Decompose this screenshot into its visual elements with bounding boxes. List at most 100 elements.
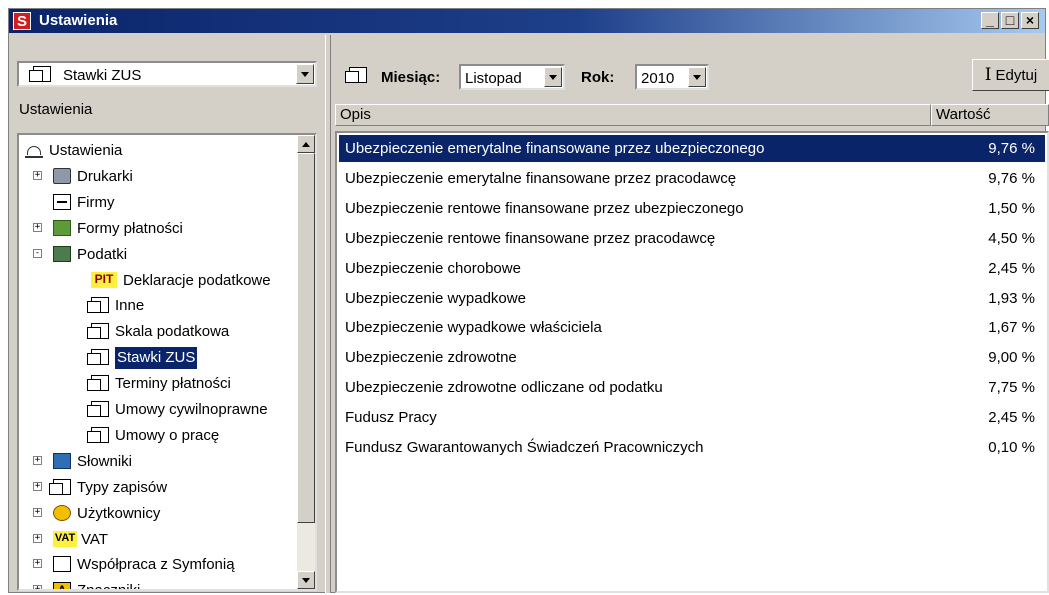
tree-item-label: Umowy cywilnoprawne [115,401,268,418]
row-value: 1,50 % [988,199,1035,217]
table-row[interactable]: Ubezpieczenie rentowe finansowane przez … [339,225,1045,252]
document-icon [87,349,109,366]
tree-scrollbar[interactable] [297,135,315,589]
table-row[interactable]: Fundusz Gwarantowanych Świadczeń Pracown… [339,434,1045,461]
table-row[interactable]: Ubezpieczenie zdrowotne odliczane od pod… [339,374,1045,401]
year-label: Rok: [581,69,615,86]
table-row[interactable]: Ubezpieczenie emerytalne finansowane prz… [339,135,1045,162]
window-title: Ustawienia [39,12,118,29]
tree-item-label: Użytkownicy [77,504,161,522]
edit-button[interactable]: I Edytuj [972,59,1049,91]
calculator-icon [53,245,71,262]
title-bar[interactable]: S Ustawienia _ □ × [9,9,1045,33]
settings-icon [25,142,43,158]
tree-item-label: Deklaracje podatkowe [123,271,271,289]
expand-icon[interactable]: + [33,481,42,491]
money-icon [53,219,71,236]
row-description: Ubezpieczenie emerytalne finansowane prz… [345,169,737,187]
scroll-up-button[interactable] [297,135,315,153]
dictionary-icon [53,452,71,469]
tree-item-label: Formy płatności [77,219,183,237]
close-button[interactable]: × [1021,12,1039,29]
expand-icon[interactable]: + [33,559,42,569]
tree-item-label: Podatki [77,245,128,263]
row-description: Ubezpieczenie wypadkowe właściciela [345,319,602,337]
printer-icon [53,167,71,184]
table-row[interactable]: Ubezpieczenie wypadkowe właściciela 1,67 … [339,314,1045,341]
month-value: Listopad [465,70,522,87]
row-value: 9,00 % [988,349,1035,367]
row-value: 7,75 % [988,379,1035,397]
column-header-opis[interactable]: Opis [335,104,931,126]
collapse-icon[interactable]: - [33,248,42,258]
row-description: Ubezpieczenie rentowe finansowane przez … [345,229,716,247]
expand-icon[interactable]: + [33,170,42,180]
document-icon [49,478,71,495]
tree-item-label: Skala podatkowa [115,323,230,341]
vat-icon: VAT [53,530,77,547]
scroll-thumb[interactable] [297,153,315,523]
year-select[interactable]: 2010 [635,64,709,90]
document-icon [345,67,367,83]
row-description: Ubezpieczenie chorobowe [345,259,521,277]
table-row[interactable]: Ubezpieczenie zdrowotne 9,00 % [339,344,1045,371]
row-description: Ubezpieczenie wypadkowe [345,289,526,307]
tree-item-label: Słowniki [77,452,133,470]
app-icon[interactable]: S [13,12,31,30]
minimize-button[interactable]: _ [981,12,999,29]
document-icon [87,426,109,443]
card-icon [53,193,71,210]
settings-category-combo[interactable]: Stawki ZUS [17,61,317,87]
tree-item-label: VAT [81,530,108,548]
tree-item-label: Firmy [77,193,115,211]
table-row[interactable]: Ubezpieczenie rentowe finansowane przez … [339,195,1045,222]
expand-icon[interactable]: + [33,507,42,517]
row-value: 2,45 % [988,259,1035,277]
row-value: 9,76 % [988,140,1035,157]
tree-item-label: Inne [115,297,145,315]
sync-icon [53,556,71,573]
chevron-down-icon[interactable] [544,67,562,87]
pit-icon: PIT [91,271,117,288]
row-value: 1,67 % [988,319,1035,337]
tree-item-label: Typy zapisów [77,478,168,496]
chevron-down-icon[interactable] [296,64,314,84]
row-description: Ubezpieczenie emerytalne finansowane prz… [345,140,765,157]
chevron-down-icon[interactable] [688,67,706,87]
year-value: 2010 [641,70,675,87]
column-header-wartosc[interactable]: Wartość [931,104,1049,126]
settings-tree[interactable]: + A Znaczniki + Współpraca z Symfonią + VAT VAT… [17,133,317,591]
rates-table[interactable]: Ubezpieczenie emerytalne finansowane prz… [335,131,1049,593]
table-row[interactable]: Ubezpieczenie emerytalne finansowane prz… [339,165,1045,192]
document-icon [87,323,109,340]
tree-item-label: Współpraca z Symfonią [77,556,235,574]
maximize-button[interactable]: □ [1001,12,1019,29]
text-cursor-icon: I [984,65,992,85]
expand-icon[interactable]: + [33,585,42,589]
table-row[interactable]: Ubezpieczenie wypadkowe 1,93 % [339,285,1045,312]
expand-icon[interactable]: + [33,533,42,543]
pane-splitter[interactable] [325,35,331,593]
document-icon [29,66,51,82]
row-value: 4,50 % [988,229,1035,247]
tree-item-label: Terminy płatności [115,375,231,393]
document-icon [87,375,109,392]
tag-icon: A [53,582,71,589]
edit-button-label: Edytuj [995,67,1038,84]
expand-icon[interactable]: + [33,455,42,465]
table-row[interactable]: Ubezpieczenie chorobowe 2,45 % [339,255,1045,282]
row-description: Fundusz Gwarantowanych Świadczeń Pracown… [345,439,704,456]
row-description: Ubezpieczenie zdrowotne [345,349,517,367]
scroll-down-button[interactable] [297,571,315,589]
tree-item-label: Stawki ZUS [113,346,199,371]
table-row[interactable]: Fudusz Pracy 2,45 % [339,404,1045,431]
settings-window: S Ustawienia _ □ × Stawki ZUS Ustawienia… [8,8,1049,593]
section-label: Ustawienia [19,101,93,118]
month-select[interactable]: Listopad [459,64,565,90]
expand-icon[interactable]: + [33,222,42,232]
row-value: 0,10 % [988,439,1035,456]
combo-value: Stawki ZUS [63,67,142,84]
users-icon [53,504,71,521]
month-label: Miesiąc: [381,69,441,86]
tree-item-label: Ustawienia [49,142,123,159]
